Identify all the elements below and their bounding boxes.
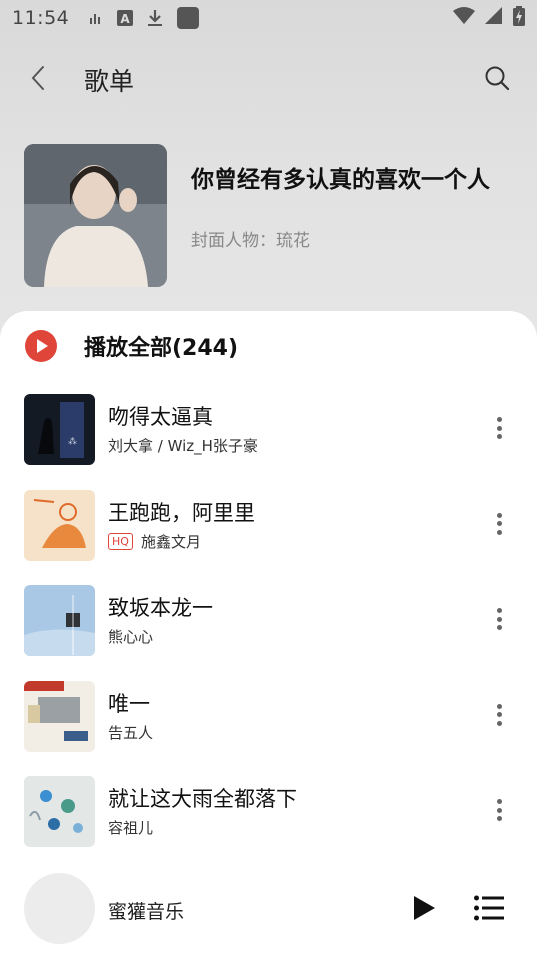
song-artist-line: 刘大拿 / Wiz_H张子豪 bbox=[108, 435, 258, 456]
top-bar: 歌单 bbox=[0, 48, 537, 108]
mini-player-art[interactable] bbox=[24, 873, 95, 944]
download-icon bbox=[147, 9, 163, 27]
more-vertical-icon bbox=[496, 512, 502, 518]
song-artist: 刘大拿 / Wiz_H张子豪 bbox=[108, 437, 258, 455]
song-art bbox=[24, 585, 95, 656]
status-bar: 11:54 A bbox=[0, 0, 537, 36]
song-row[interactable]: ⁂ 吻得太逼真 刘大拿 / Wiz_H张子豪 bbox=[0, 381, 537, 477]
more-options-button[interactable] bbox=[495, 512, 503, 535]
battery-charging-icon bbox=[513, 5, 525, 31]
page-title: 歌单 bbox=[84, 67, 135, 96]
signal-bars-icon bbox=[89, 11, 103, 25]
search-icon bbox=[485, 66, 510, 91]
wifi-icon bbox=[453, 6, 475, 30]
cover-person-text: 封面人物：琉花 bbox=[191, 231, 310, 251]
svg-text:A: A bbox=[121, 12, 131, 26]
song-row[interactable]: 唯一 告五人 bbox=[0, 668, 537, 764]
song-row[interactable]: 王跑跑，阿里里 HQ 施鑫文月 bbox=[0, 477, 537, 573]
song-title: 王跑跑，阿里里 bbox=[108, 500, 255, 525]
status-right bbox=[453, 5, 525, 31]
more-options-button[interactable] bbox=[495, 703, 503, 726]
playlist-icon bbox=[474, 895, 504, 921]
more-options-button[interactable] bbox=[495, 417, 503, 439]
playlist-cover-image[interactable] bbox=[24, 144, 167, 287]
more-vertical-icon bbox=[496, 608, 502, 613]
song-artist: 施鑫文月 bbox=[140, 532, 201, 551]
hq-badge: HQ bbox=[108, 532, 133, 550]
more-options-button[interactable] bbox=[495, 608, 503, 630]
more-vertical-icon bbox=[496, 799, 502, 804]
song-art bbox=[24, 489, 95, 561]
search-button[interactable] bbox=[481, 62, 513, 94]
more-options-button[interactable] bbox=[495, 799, 503, 821]
song-row[interactable]: 致坂本龙一 熊心心 bbox=[0, 572, 537, 668]
play-icon bbox=[414, 896, 435, 920]
song-title: 吻得太逼真 bbox=[108, 405, 213, 429]
song-artist-line: 容祖儿 bbox=[108, 817, 153, 838]
song-art bbox=[24, 776, 95, 847]
chevron-left-icon bbox=[31, 66, 44, 90]
play-circle-icon bbox=[25, 330, 57, 362]
cell-signal-icon bbox=[485, 6, 503, 30]
song-artist: 熊心心 bbox=[108, 628, 154, 646]
song-title: 致坂本龙一 bbox=[108, 596, 213, 620]
song-art bbox=[24, 680, 95, 752]
song-artist: 容祖儿 bbox=[108, 819, 154, 837]
song-row[interactable]: 就让这大雨全都落下 容祖儿 bbox=[0, 763, 537, 859]
song-artist: 告五人 bbox=[108, 723, 154, 742]
more-vertical-icon bbox=[496, 703, 502, 709]
mini-play-button[interactable] bbox=[410, 894, 438, 922]
play-all-button[interactable]: 播放全部(244) bbox=[24, 329, 238, 363]
app-square-icon bbox=[177, 7, 200, 29]
playlist-queue-button[interactable] bbox=[474, 894, 504, 922]
song-artist-line: 熊心心 bbox=[108, 626, 153, 647]
status-time: 11:54 bbox=[12, 7, 70, 29]
song-sheet: 播放全部(244) ⁂ 吻得太逼真 刘大拿 / Wiz_H张子豪 王跑跑，阿里里… bbox=[0, 311, 537, 956]
song-artist-line: 告五人 bbox=[108, 722, 153, 743]
mini-player[interactable]: 蜜獾音乐 bbox=[0, 868, 537, 956]
playlist-name: 你曾经有多认真的喜欢一个人 bbox=[191, 167, 490, 193]
svg-text:⁂: ⁂ bbox=[68, 436, 77, 447]
mini-player-title: 蜜獾音乐 bbox=[108, 901, 185, 923]
more-vertical-icon bbox=[496, 417, 502, 422]
song-list: ⁂ 吻得太逼真 刘大拿 / Wiz_H张子豪 王跑跑，阿里里 HQ 施鑫文月 致… bbox=[0, 381, 537, 859]
song-art: ⁂ bbox=[24, 394, 95, 465]
song-title: 就让这大雨全都落下 bbox=[108, 787, 297, 811]
song-artist-line: HQ 施鑫文月 bbox=[108, 531, 201, 552]
song-title: 唯一 bbox=[108, 691, 150, 716]
font-a-icon: A bbox=[117, 10, 134, 26]
back-button[interactable] bbox=[22, 62, 54, 94]
play-all-label: 播放全部(244) bbox=[84, 336, 239, 361]
